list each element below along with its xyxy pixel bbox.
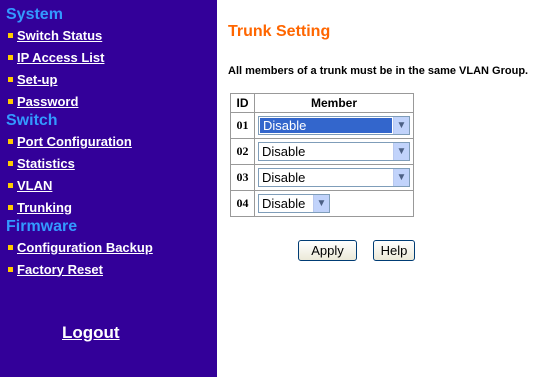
- bullet-icon: [8, 54, 13, 60]
- nav-configuration-backup[interactable]: Configuration Backup: [6, 236, 217, 258]
- table-row: 02 Disable ▼: [230, 138, 414, 165]
- row-id: 03: [230, 164, 255, 191]
- chevron-down-icon[interactable]: ▼: [393, 117, 409, 134]
- table-header-row: ID Member: [230, 93, 414, 113]
- member-cell: Disable ▼: [254, 112, 414, 139]
- bullet-icon: [8, 204, 13, 210]
- bullet-icon: [8, 76, 13, 82]
- bullet-icon: [8, 160, 13, 166]
- trunk-table: ID Member 01 Disable ▼ 02 Disable ▼ 03 D…: [230, 93, 414, 217]
- member-select-04[interactable]: Disable ▼: [258, 194, 330, 213]
- logout-link[interactable]: Logout: [62, 323, 120, 343]
- section-title-switch: Switch: [6, 112, 58, 129]
- nav-label[interactable]: Password: [17, 94, 78, 109]
- member-cell: Disable ▼: [254, 190, 414, 217]
- row-id: 01: [230, 112, 255, 139]
- page-title: Trunk Setting: [228, 23, 331, 40]
- member-cell: Disable ▼: [254, 164, 414, 191]
- nav-password[interactable]: Password: [6, 90, 217, 112]
- nav-port-configuration[interactable]: Port Configuration: [6, 130, 217, 152]
- section-title-system: System: [6, 6, 63, 23]
- nav-switch-status[interactable]: Switch Status: [6, 24, 217, 46]
- bullet-icon: [8, 138, 13, 144]
- nav-set-up[interactable]: Set-up: [6, 68, 217, 90]
- header-member: Member: [254, 93, 414, 113]
- row-id: 02: [230, 138, 255, 165]
- nav-label[interactable]: Set-up: [17, 72, 57, 87]
- select-value: Disable: [262, 170, 306, 185]
- nav-label[interactable]: Statistics: [17, 156, 75, 171]
- bullet-icon: [8, 244, 13, 250]
- nav-ip-access-list[interactable]: IP Access List: [6, 46, 217, 68]
- nav-label[interactable]: Port Configuration: [17, 134, 132, 149]
- section-title-firmware: Firmware: [6, 218, 78, 235]
- apply-button[interactable]: Apply: [298, 240, 357, 261]
- table-row: 01 Disable ▼: [230, 112, 414, 139]
- nav-label[interactable]: Factory Reset: [17, 262, 103, 277]
- chevron-down-icon[interactable]: ▼: [313, 195, 329, 212]
- nav-label[interactable]: VLAN: [17, 178, 52, 193]
- trunk-note: All members of a trunk must be in the sa…: [228, 65, 529, 77]
- select-value: Disable: [260, 118, 392, 133]
- member-select-01[interactable]: Disable ▼: [258, 116, 410, 135]
- nav-factory-reset[interactable]: Factory Reset: [6, 258, 217, 280]
- help-button[interactable]: Help: [373, 240, 415, 261]
- main-content: Trunk Setting All members of a trunk mus…: [226, 0, 551, 377]
- bullet-icon: [8, 32, 13, 38]
- section-firmware: Firmware Configuration Backup Factory Re…: [6, 218, 217, 280]
- section-switch: Switch Port Configuration Statistics VLA…: [6, 112, 217, 218]
- sidebar: System Switch Status IP Access List Set-…: [0, 0, 217, 377]
- select-value: Disable: [262, 144, 306, 159]
- header-id: ID: [230, 93, 255, 113]
- bullet-icon: [8, 98, 13, 104]
- table-row: 03 Disable ▼: [230, 164, 414, 191]
- section-system: System Switch Status IP Access List Set-…: [6, 6, 217, 112]
- nav-trunking[interactable]: Trunking: [6, 196, 217, 218]
- nav-statistics[interactable]: Statistics: [6, 152, 217, 174]
- nav-label[interactable]: Switch Status: [17, 28, 102, 43]
- member-cell: Disable ▼: [254, 138, 414, 165]
- bullet-icon: [8, 182, 13, 188]
- chevron-down-icon[interactable]: ▼: [393, 143, 409, 160]
- member-select-03[interactable]: Disable ▼: [258, 168, 410, 187]
- bullet-icon: [8, 266, 13, 272]
- nav-label[interactable]: Configuration Backup: [17, 240, 153, 255]
- table-row: 04 Disable ▼: [230, 190, 414, 217]
- nav-label[interactable]: IP Access List: [17, 50, 104, 65]
- nav-vlan[interactable]: VLAN: [6, 174, 217, 196]
- member-select-02[interactable]: Disable ▼: [258, 142, 410, 161]
- chevron-down-icon[interactable]: ▼: [393, 169, 409, 186]
- nav-label[interactable]: Trunking: [17, 200, 72, 215]
- select-value: Disable: [262, 196, 306, 211]
- row-id: 04: [230, 190, 255, 217]
